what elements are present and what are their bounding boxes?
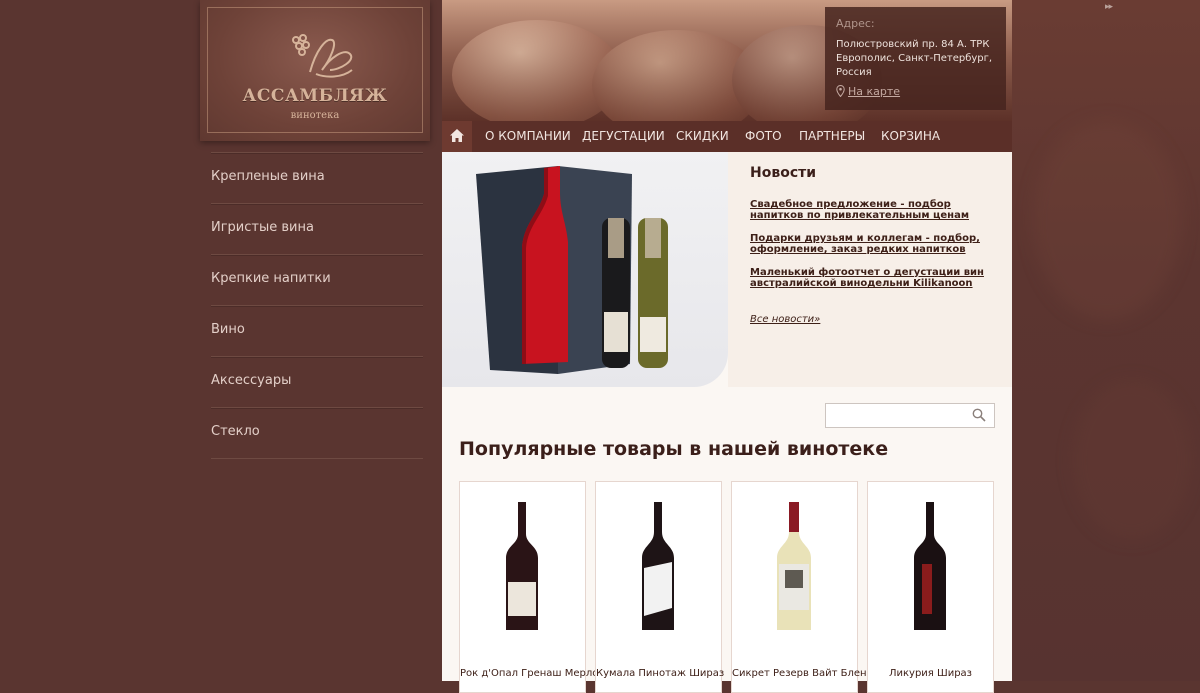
category-item-spirits[interactable]: Крепкие напитки xyxy=(211,254,423,305)
news-item-gifts[interactable]: Подарки друзьям и коллегам - подбор, офо… xyxy=(750,233,1000,255)
grape-logo-icon xyxy=(292,34,353,78)
product-name: Ликурия Шираз xyxy=(888,668,972,679)
wine-bottle-image xyxy=(506,502,538,630)
product-name: Кумала Пинотаж Шираз xyxy=(596,668,725,679)
nav-photo[interactable]: ФОТО xyxy=(745,121,782,152)
address-panel: Адрес: Полюстровский пр. 84 А. ТРК Европ… xyxy=(825,7,1006,110)
product-card[interactable]: Ликурия Шираз xyxy=(867,481,994,693)
category-item-glass[interactable]: Стекло xyxy=(211,407,423,459)
category-item-wine[interactable]: Вино xyxy=(211,305,423,356)
address-text: Полюстровский пр. 84 А. ТРК Европолис, С… xyxy=(836,39,993,78)
logo[interactable]: АССАМБЛЯЖ винотека xyxy=(200,0,430,141)
promo-image[interactable] xyxy=(442,152,728,387)
news-item-kilikanoon[interactable]: Маленький фотоотчет о дегустации вин авс… xyxy=(750,267,1000,289)
main-content: Новости Свадебное предложение - подбор н… xyxy=(442,152,1012,693)
main-nav: О КОМПАНИИ ДЕГУСТАЦИИ СКИДКИ ФОТО ПАРТНЕ… xyxy=(442,121,1012,152)
news-list: Свадебное предложение - подбор напитков … xyxy=(750,199,1000,301)
map-pin-icon xyxy=(836,84,845,98)
background-right xyxy=(1012,0,1200,681)
nav-tastings[interactable]: ДЕГУСТАЦИИ xyxy=(582,121,665,152)
logo-title: АССАМБЛЯЖ xyxy=(242,86,388,106)
decorative-mark: ▸▸ xyxy=(1104,2,1113,12)
map-link-label: На карте xyxy=(848,85,901,98)
nav-about[interactable]: О КОМПАНИИ xyxy=(485,121,571,152)
product-card[interactable]: Сикрет Резерв Вайт Бленд xyxy=(731,481,874,693)
map-link[interactable]: На карте xyxy=(836,84,901,98)
logo-subtitle: винотека xyxy=(290,110,340,121)
wine-bottle-image xyxy=(777,502,811,630)
search-icon[interactable] xyxy=(972,408,986,422)
product-card[interactable]: Кумала Пинотаж Шираз xyxy=(595,481,725,693)
search-input[interactable] xyxy=(826,405,974,427)
news-panel: Новости Свадебное предложение - подбор н… xyxy=(728,152,1012,387)
home-icon xyxy=(450,129,464,142)
home-button[interactable] xyxy=(442,121,472,152)
address-label: Адрес: xyxy=(836,17,875,30)
product-card[interactable]: Рок д'Опал Гренаш Мерло xyxy=(459,481,599,693)
news-title: Новости xyxy=(750,165,817,181)
category-menu: Крепленые вина Игристые вина Крепкие нап… xyxy=(211,152,423,459)
category-item-fortified[interactable]: Крепленые вина xyxy=(211,152,423,203)
all-news-link[interactable]: Все новости» xyxy=(750,314,820,325)
logo-frame: АССАМБЛЯЖ винотека xyxy=(207,7,423,133)
product-name: Рок д'Опал Гренаш Мерло xyxy=(460,668,599,679)
popular-title: Популярные товары в нашей винотеке xyxy=(459,438,889,460)
wine-bottle-image xyxy=(642,502,674,630)
wine-bottle-image xyxy=(914,502,946,630)
gift-box-image xyxy=(476,166,668,374)
category-item-accessories[interactable]: Аксессуары xyxy=(211,356,423,407)
news-item-wedding[interactable]: Свадебное предложение - подбор напитков … xyxy=(750,199,1000,221)
nav-cart[interactable]: КОРЗИНА xyxy=(881,121,940,152)
nav-discounts[interactable]: СКИДКИ xyxy=(676,121,729,152)
search-box xyxy=(825,403,995,428)
category-item-sparkling[interactable]: Игристые вина xyxy=(211,203,423,254)
nav-partners[interactable]: ПАРТНЕРЫ xyxy=(799,121,865,152)
product-name: Сикрет Резерв Вайт Бленд xyxy=(732,668,874,679)
